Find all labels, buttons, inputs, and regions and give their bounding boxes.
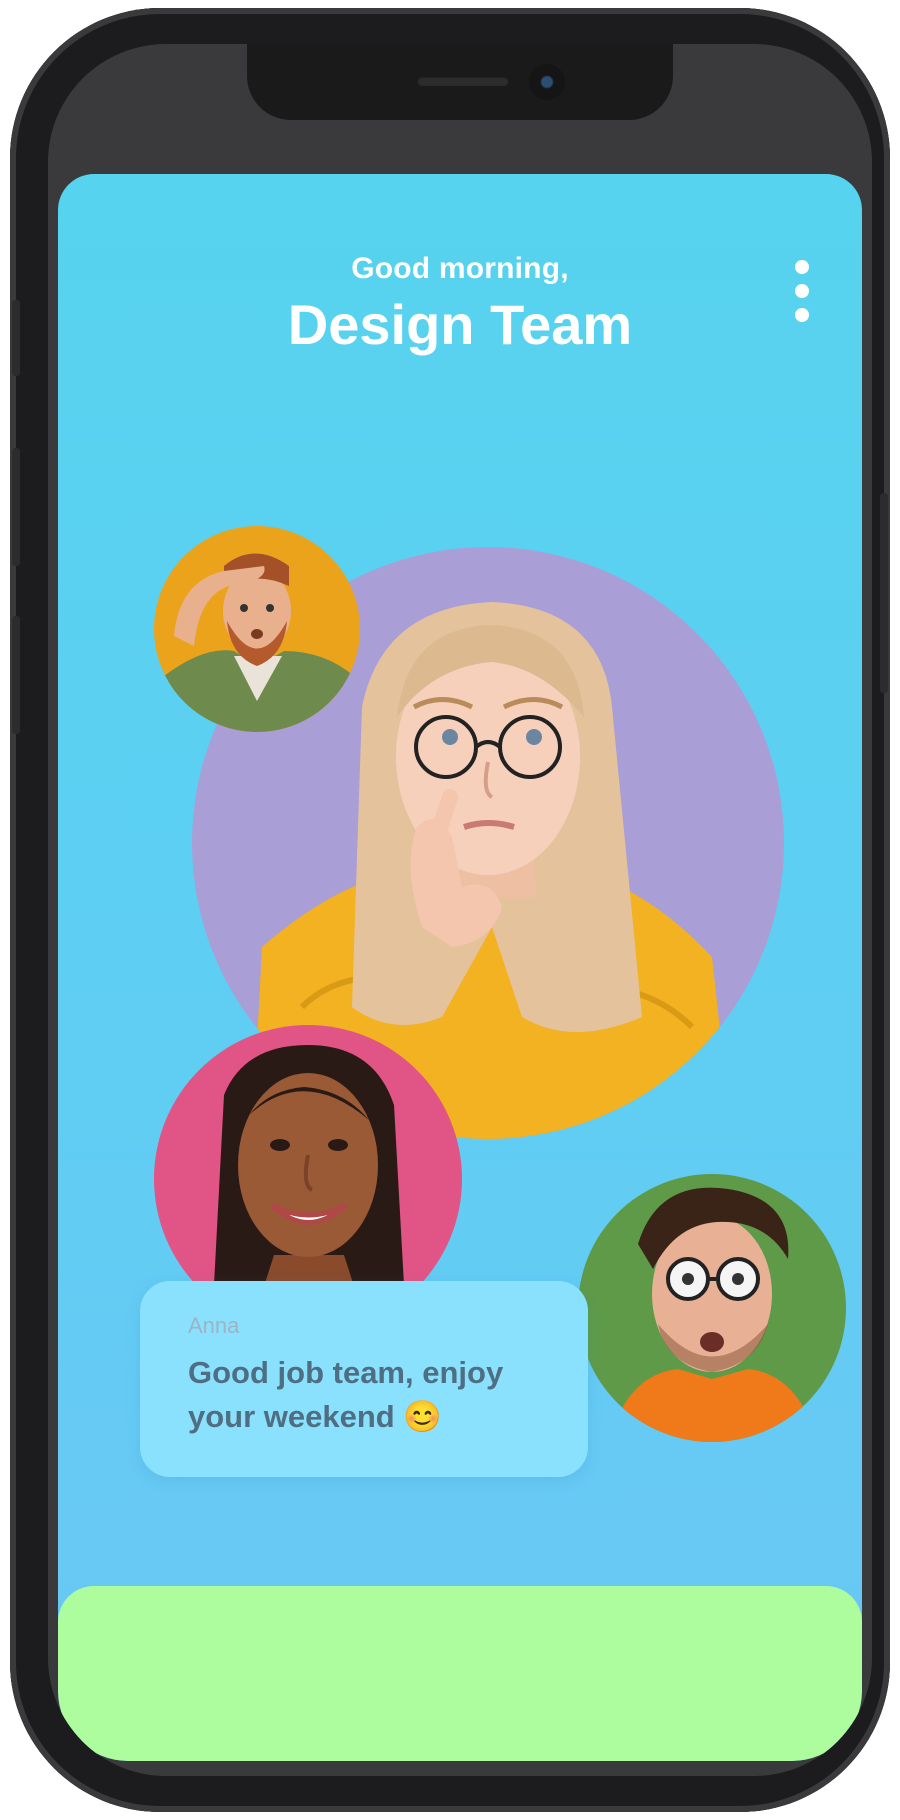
page-title: Design Team	[287, 293, 633, 356]
speaker-grille	[417, 76, 509, 86]
bottom-panel[interactable]	[58, 1586, 862, 1761]
message-text: Good job team, enjoy your weekend 😊	[188, 1355, 504, 1434]
participant-avatar-top[interactable]	[154, 526, 360, 732]
more-vertical-icon[interactable]	[782, 260, 822, 340]
chat-message-bubble[interactable]: Anna Good job team, enjoy your weekend 😊	[140, 1281, 588, 1477]
volume-down-button	[12, 616, 20, 734]
message-sender: Anna	[188, 1313, 240, 1338]
greeting-subtitle: Good morning,	[351, 252, 569, 285]
app-screen: Good morning, Design Team Anna Good job …	[58, 174, 862, 1761]
mute-switch	[12, 300, 20, 376]
participant-avatar-right[interactable]	[578, 1174, 846, 1442]
notch	[247, 44, 673, 120]
volume-up-button	[12, 448, 20, 566]
power-button	[880, 493, 888, 693]
phone-frame: Good morning, Design Team Anna Good job …	[10, 8, 890, 1812]
front-camera	[529, 64, 565, 100]
phone-bezel: Good morning, Design Team Anna Good job …	[48, 44, 872, 1776]
